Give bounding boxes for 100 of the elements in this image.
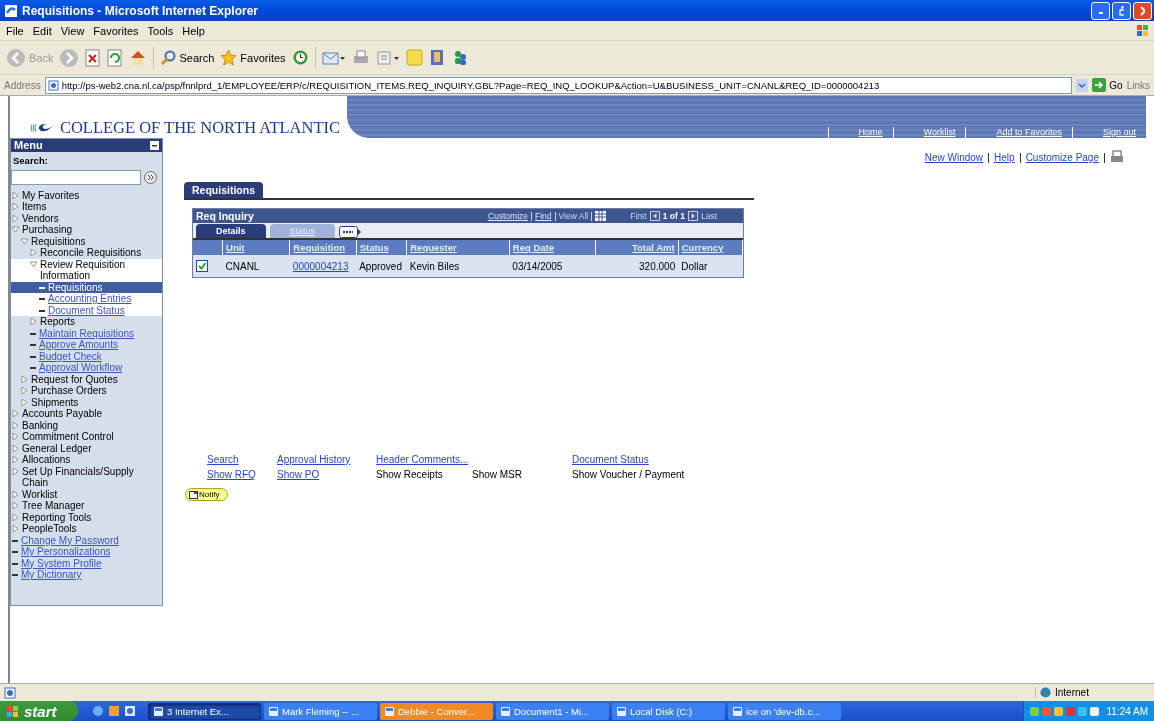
collapsed-arrow-icon[interactable]	[12, 502, 19, 509]
menu-item[interactable]: My Favorites	[11, 189, 162, 201]
action-link[interactable]: Show RFQ	[207, 469, 277, 480]
menu-item[interactable]: Vendors	[11, 212, 162, 224]
start-button[interactable]: start	[0, 701, 78, 721]
menu-item[interactable]: Review Requisition Information	[11, 258, 162, 282]
show-all-columns-icon[interactable]	[339, 226, 362, 238]
collapsed-arrow-icon[interactable]	[30, 249, 37, 256]
collapsed-arrow-icon[interactable]	[12, 421, 19, 429]
column-header[interactable]: Req Date	[509, 240, 596, 255]
menu-item[interactable]: Commitment Control	[11, 431, 162, 443]
taskbar-button[interactable]: Document1 - Mi...	[496, 702, 609, 720]
collapsed-arrow-icon[interactable]	[12, 214, 19, 222]
menu-item[interactable]: Purchasing	[11, 224, 162, 236]
restore-button[interactable]	[1112, 1, 1131, 20]
collapsed-arrow-icon[interactable]	[30, 318, 37, 325]
menu-item[interactable]: Edit	[32, 24, 52, 37]
menu-item[interactable]: Document Status	[11, 304, 162, 316]
refresh-icon[interactable]	[107, 48, 124, 67]
search-go-button[interactable]	[144, 170, 157, 184]
collapsed-arrow-icon[interactable]	[12, 513, 19, 521]
collapsed-arrow-icon[interactable]	[12, 191, 19, 199]
search-field[interactable]	[11, 169, 141, 185]
notify-button[interactable]: Notify	[185, 488, 229, 501]
menu-item[interactable]: Allocations	[11, 454, 162, 466]
menu-item[interactable]: Requisitions	[11, 235, 162, 247]
expanded-arrow-icon[interactable]	[21, 237, 28, 245]
menu-item[interactable]: Reconcile Requisitions	[11, 247, 162, 259]
collapsed-arrow-icon[interactable]	[12, 410, 19, 417]
note-icon[interactable]	[405, 49, 423, 66]
menu-item[interactable]: Favorites	[93, 24, 139, 37]
book-icon[interactable]	[428, 49, 446, 66]
grid-tab[interactable]: Details	[196, 224, 266, 238]
menu-item[interactable]: Accounting Entries	[11, 293, 162, 305]
stop-icon[interactable]	[85, 48, 102, 67]
home-icon[interactable]	[129, 48, 148, 67]
favorites-button[interactable]: Favorites	[220, 49, 286, 66]
menu-item[interactable]: Banking	[11, 419, 162, 431]
column-header[interactable]: Total Amt	[595, 240, 679, 255]
action-link[interactable]: Document Status	[572, 454, 685, 465]
menu-item[interactable]: Items	[11, 201, 162, 213]
menu-item[interactable]: My Personalizations	[11, 546, 162, 558]
dropdown-icon[interactable]	[1076, 78, 1089, 92]
collapsed-arrow-icon[interactable]	[21, 375, 28, 383]
collapsed-arrow-icon[interactable]	[12, 490, 19, 498]
forward-button[interactable]	[59, 47, 80, 68]
menu-item[interactable]: Shipments	[11, 396, 162, 408]
close-button[interactable]	[1133, 1, 1152, 20]
printer-icon[interactable]	[351, 49, 370, 66]
expanded-arrow-icon[interactable]	[30, 260, 37, 268]
menu-item[interactable]: Reports	[11, 316, 162, 328]
history-icon[interactable]	[291, 49, 309, 66]
page-tab[interactable]: Requisitions	[184, 182, 263, 198]
taskbar-button[interactable]: ice on 'dev-db.c...	[728, 702, 841, 720]
menu-item[interactable]: Tools	[147, 24, 174, 37]
column-header[interactable]: Requester	[406, 240, 510, 255]
collapsed-arrow-icon[interactable]	[12, 525, 19, 532]
taskbar-button[interactable]: 3 Internet Ex...	[148, 702, 261, 720]
taskbar-button[interactable]: Mark Fleming -- ...	[264, 702, 377, 720]
nav-link[interactable]: Worklist	[892, 127, 966, 138]
expanded-arrow-icon[interactable]	[12, 226, 19, 233]
checkbox[interactable]	[196, 260, 208, 272]
menu-item[interactable]: General Ledger	[11, 442, 162, 454]
go-button[interactable]: Go	[1092, 78, 1123, 92]
search-button[interactable]: Search	[160, 49, 215, 66]
collapse-icon[interactable]	[150, 141, 159, 150]
menu-item[interactable]: Change My Password	[11, 534, 162, 546]
column-header[interactable]: Status	[356, 240, 407, 255]
menu-item[interactable]: Budget Check	[11, 350, 162, 362]
nav-link[interactable]: Add to Favorites	[965, 127, 1072, 138]
collapsed-arrow-icon[interactable]	[12, 456, 19, 463]
column-header[interactable]: Currency	[678, 240, 743, 255]
action-link[interactable]: Approval History	[277, 454, 376, 465]
menu-item[interactable]: PeopleTools	[11, 523, 162, 535]
collapsed-arrow-icon[interactable]	[12, 444, 19, 452]
collapsed-arrow-icon[interactable]	[12, 433, 19, 440]
action-link[interactable]: Header Comments...	[376, 454, 472, 465]
action-link[interactable]: Search	[207, 454, 277, 465]
quick-launch-icon[interactable]	[108, 705, 120, 717]
menu-item[interactable]: Set Up Financials/Supply Chain	[11, 465, 162, 489]
quick-launch-icon[interactable]	[124, 705, 136, 717]
collapsed-arrow-icon[interactable]	[21, 398, 28, 406]
menu-item[interactable]: File	[6, 24, 24, 37]
quick-launch-icon[interactable]	[92, 705, 104, 717]
print-page-icon[interactable]	[1110, 150, 1124, 165]
column-header[interactable]: Requisition	[289, 240, 357, 255]
menu-item[interactable]: Request for Quotes	[11, 373, 162, 385]
grid-tool-link[interactable]: Customize	[487, 211, 529, 221]
menu-item[interactable]: Approve Amounts	[11, 339, 162, 351]
document-icon[interactable]	[375, 49, 400, 66]
menu-item[interactable]: My Dictionary	[11, 569, 162, 581]
collapsed-arrow-icon[interactable]	[12, 467, 19, 475]
menu-item[interactable]: View	[60, 24, 85, 37]
menu-item[interactable]: Maintain Requisitions	[11, 327, 162, 339]
collapsed-arrow-icon[interactable]	[12, 203, 19, 210]
minimize-button[interactable]	[1091, 1, 1110, 20]
nav-link[interactable]: Sign out	[1071, 127, 1146, 138]
menu-item[interactable]: Requisitions	[11, 281, 162, 293]
menu-item[interactable]: Approval Workflow	[11, 362, 162, 374]
menu-item[interactable]: Tree Manager	[11, 500, 162, 512]
